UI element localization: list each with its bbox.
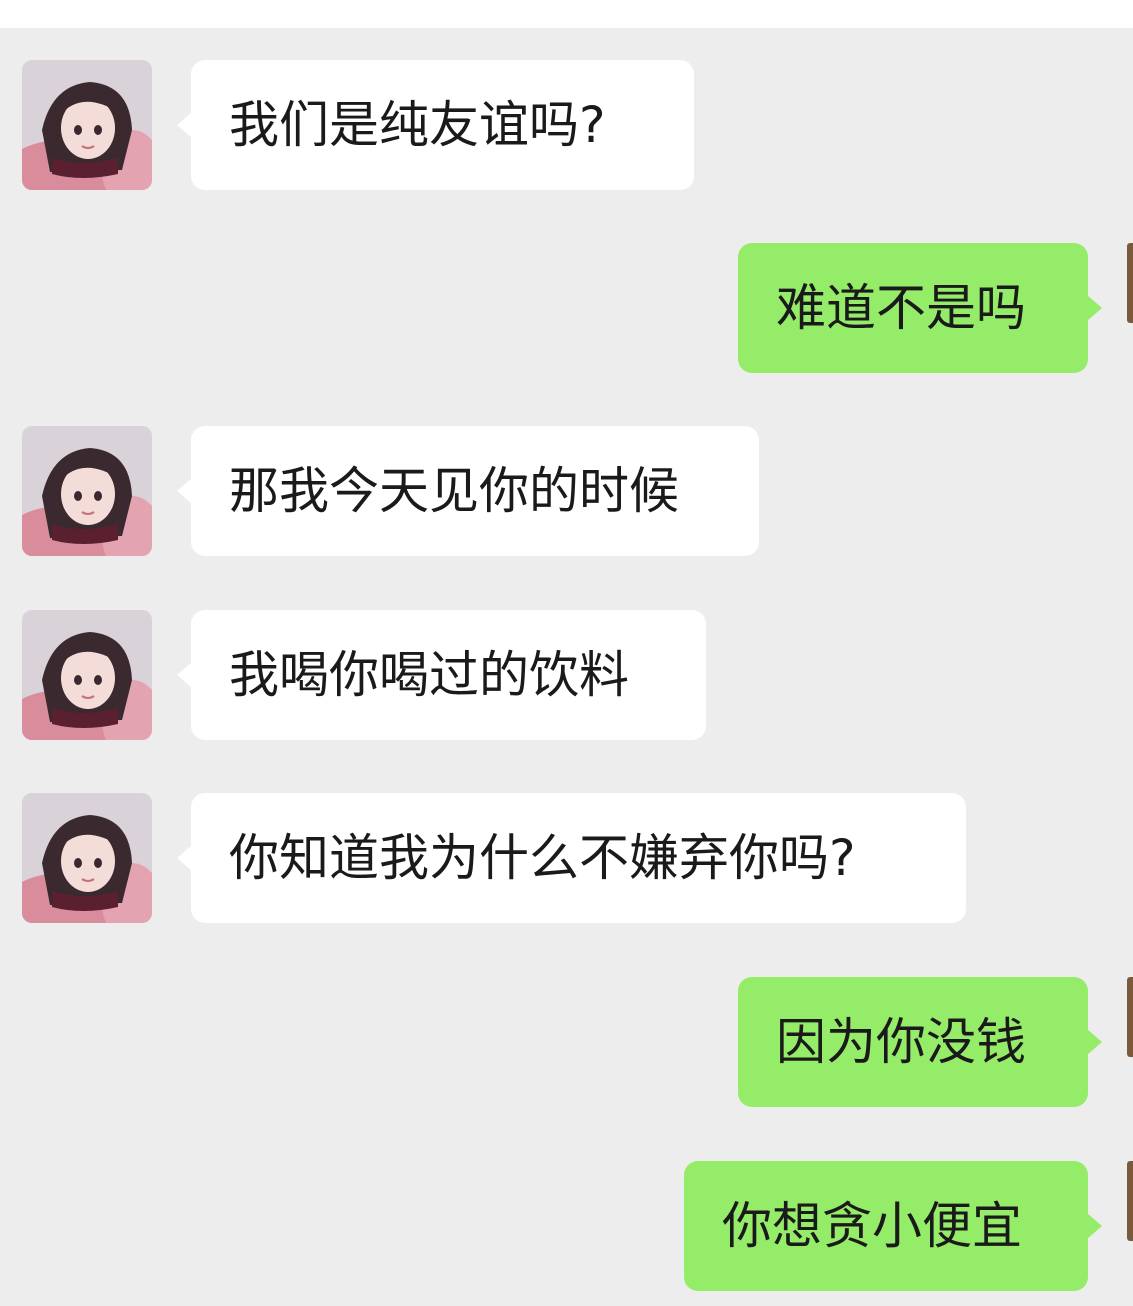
top-strip (0, 0, 1133, 28)
message-text: 那我今天见你的时候 (229, 462, 679, 520)
message-bubble[interactable]: 你想贪小便宜 (684, 1161, 1088, 1291)
message-text: 难道不是吗 (776, 279, 1026, 337)
user-avatar-icon[interactable] (1127, 243, 1133, 323)
bubble-tail (1087, 295, 1102, 321)
message-text: 你知道我为什么不嫌弃你吗? (229, 829, 856, 887)
message-text: 我们是纯友谊吗? (229, 96, 606, 154)
message-text: 因为你没钱 (776, 1013, 1026, 1071)
contact-avatar-icon[interactable] (22, 610, 152, 740)
contact-avatar-icon[interactable] (22, 60, 152, 190)
contact-avatar-icon[interactable] (22, 793, 152, 923)
message-row-incoming: 我喝你喝过的饮料 (0, 610, 1133, 740)
message-bubble[interactable]: 难道不是吗 (738, 243, 1088, 373)
chat-message-list[interactable]: 我们是纯友谊吗? 难道不是吗 那我今天见你的时候 我喝你喝过的饮料 你知道我为什… (0, 28, 1133, 1306)
message-row-outgoing: 你想贪小便宜 (0, 1161, 1133, 1291)
bubble-tail (177, 845, 192, 871)
message-text: 你想贪小便宜 (722, 1197, 1022, 1255)
bubble-tail (1087, 1029, 1102, 1055)
message-row-incoming: 那我今天见你的时候 (0, 426, 1133, 556)
message-row-incoming: 你知道我为什么不嫌弃你吗? (0, 793, 1133, 923)
user-avatar-icon[interactable] (1127, 977, 1133, 1057)
bubble-tail (177, 478, 192, 504)
message-bubble[interactable]: 我喝你喝过的饮料 (191, 610, 706, 740)
message-bubble[interactable]: 你知道我为什么不嫌弃你吗? (191, 793, 966, 923)
message-row-outgoing: 难道不是吗 (0, 243, 1133, 373)
contact-avatar-icon[interactable] (22, 426, 152, 556)
bubble-tail (177, 662, 192, 688)
user-avatar-icon[interactable] (1127, 1161, 1133, 1241)
bubble-tail (177, 112, 192, 138)
message-row-incoming: 我们是纯友谊吗? (0, 60, 1133, 190)
message-text: 我喝你喝过的饮料 (229, 646, 629, 704)
message-bubble[interactable]: 因为你没钱 (738, 977, 1088, 1107)
message-bubble[interactable]: 那我今天见你的时候 (191, 426, 759, 556)
message-row-outgoing: 因为你没钱 (0, 977, 1133, 1107)
message-bubble[interactable]: 我们是纯友谊吗? (191, 60, 694, 190)
bubble-tail (1087, 1213, 1102, 1239)
